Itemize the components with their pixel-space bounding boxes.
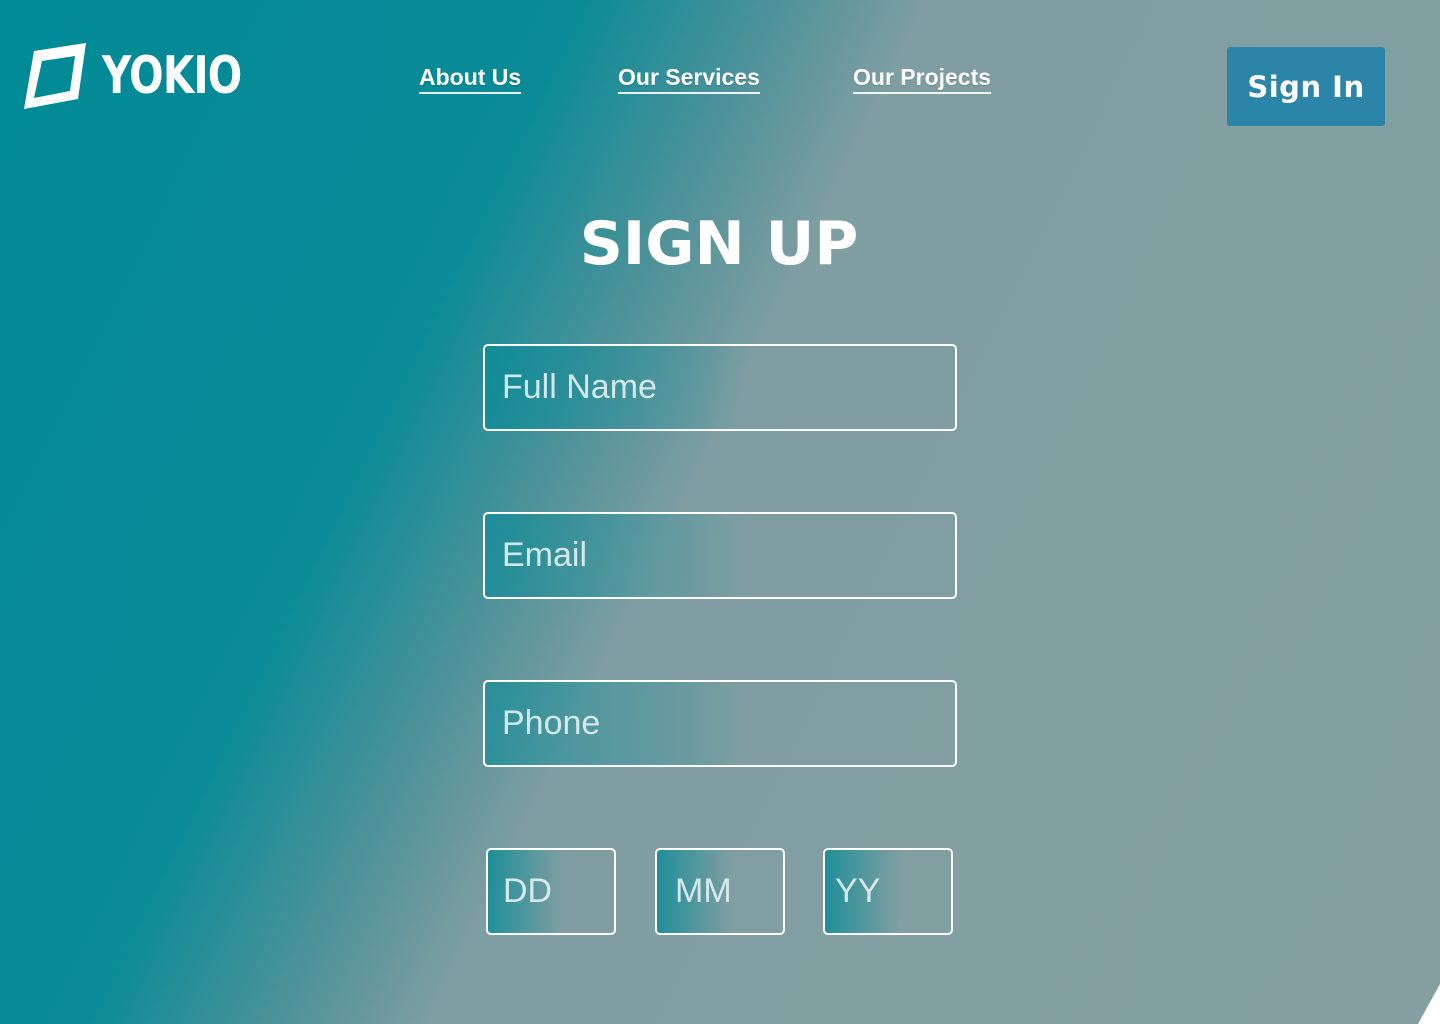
full-name-input[interactable] <box>483 344 957 431</box>
nav-link-about-us[interactable]: About Us <box>419 64 522 94</box>
nav-link-our-services[interactable]: Our Services <box>618 64 760 94</box>
sign-in-button[interactable]: Sign In <box>1227 47 1385 126</box>
birth-day-input[interactable] <box>486 848 616 935</box>
corner-fold-decoration <box>1418 984 1440 1024</box>
brand-name: YOKIO <box>102 46 242 106</box>
nav-link-our-projects[interactable]: Our Projects <box>853 64 992 94</box>
phone-input[interactable] <box>483 680 957 767</box>
page-title: SIGN UP <box>579 209 859 279</box>
logo[interactable]: YOKIO <box>20 40 281 112</box>
birth-month-input[interactable] <box>655 848 785 935</box>
birth-year-input[interactable] <box>823 848 953 935</box>
parallelogram-logo-icon <box>20 41 88 111</box>
email-input[interactable] <box>483 512 957 599</box>
